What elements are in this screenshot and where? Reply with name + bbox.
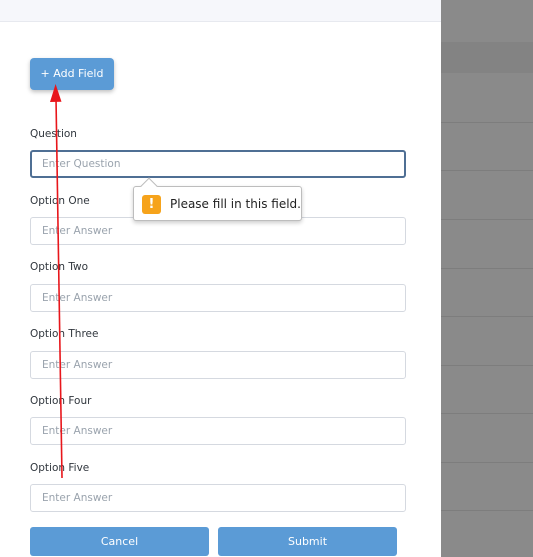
question-input[interactable]: Enter Question xyxy=(30,150,406,178)
tooltip-caret xyxy=(140,177,158,195)
option-four-label: Option Four xyxy=(30,395,92,407)
option-five-label: Option Five xyxy=(30,462,90,474)
validation-tooltip: ! Please fill in this field. xyxy=(133,177,302,221)
option-two-input[interactable]: Enter Answer xyxy=(30,284,406,312)
option-five-input[interactable]: Enter Answer xyxy=(30,484,406,512)
cancel-button[interactable]: Cancel xyxy=(30,527,209,556)
question-label: Question xyxy=(30,128,77,140)
validation-message: Please fill in this field. xyxy=(170,197,301,211)
background-row-divider xyxy=(441,365,533,366)
background-row-divider xyxy=(441,122,533,123)
add-field-button[interactable]: + Add Field xyxy=(30,58,114,90)
background-row-divider xyxy=(441,219,533,220)
background-row-divider xyxy=(441,316,533,317)
option-four-input[interactable]: Enter Answer xyxy=(30,417,406,445)
option-two-label: Option Two xyxy=(30,261,89,273)
background-row-divider xyxy=(441,510,533,511)
drawer-header xyxy=(0,0,441,22)
background-row-divider xyxy=(441,170,533,171)
option-three-label: Option Three xyxy=(30,328,99,340)
background-overlay xyxy=(441,0,533,557)
warning-icon: ! xyxy=(142,195,161,214)
submit-button[interactable]: Submit xyxy=(218,527,397,556)
background-row-divider xyxy=(441,462,533,463)
option-one-label: Option One xyxy=(30,195,90,207)
option-one-input[interactable]: Enter Answer xyxy=(30,217,406,245)
option-three-input[interactable]: Enter Answer xyxy=(30,351,406,379)
background-table-header xyxy=(441,42,533,73)
background-row-divider xyxy=(441,413,533,414)
background-row-divider xyxy=(441,268,533,269)
add-question-drawer: + Add Field Question Enter Question Opti… xyxy=(0,0,441,557)
